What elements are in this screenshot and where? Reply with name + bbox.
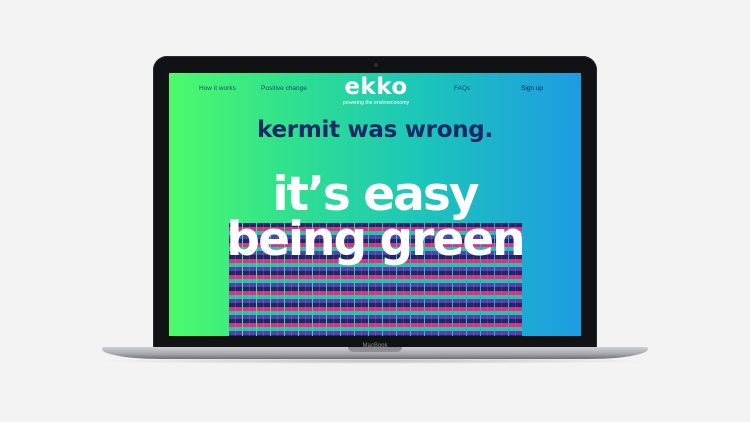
laptop-lid: How it works Positive change ekko poweri… (153, 56, 597, 348)
laptop-mockup: How it works Positive change ekko poweri… (0, 0, 750, 422)
laptop-notch (348, 347, 402, 352)
logo-tagline: powering the enviroeconomy (342, 100, 410, 106)
hero-headline-line2: being green (226, 212, 525, 267)
nav-sign-up[interactable]: Sign up (521, 85, 543, 92)
hero-tagline: kermit was wrong. (257, 117, 493, 143)
nav-how-it-works[interactable]: How it works (199, 85, 236, 92)
nav-positive-change[interactable]: Positive change (261, 85, 307, 92)
ekko-logo[interactable]: ekko powering the enviroeconomy (339, 74, 413, 107)
nav-faqs[interactable]: FAQs (454, 85, 470, 92)
laptop-shadow (92, 358, 658, 364)
website-screen: How it works Positive change ekko poweri… (169, 73, 581, 336)
webcam-icon (374, 63, 378, 67)
hero-headline-line1: it’s easy (272, 167, 480, 222)
logo-wordmark: ekko (344, 74, 408, 100)
